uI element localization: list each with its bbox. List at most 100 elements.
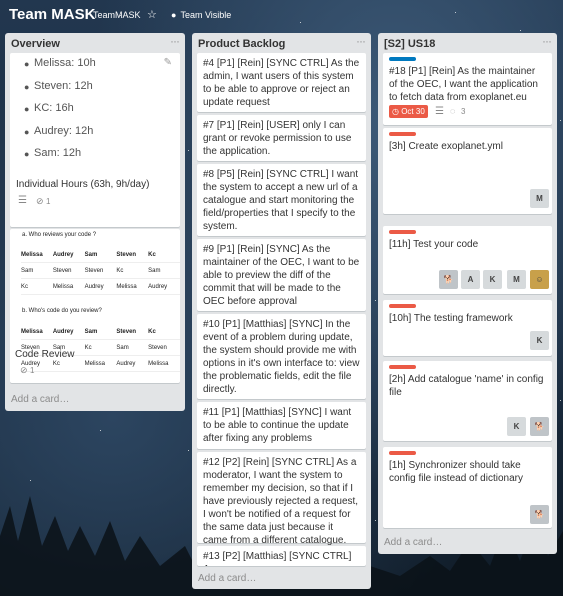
label-red	[389, 451, 416, 455]
list-title[interactable]: Overview	[11, 38, 60, 50]
list-menu-icon[interactable]: ···	[542, 34, 552, 48]
question-text: b. Who's code do you review?	[22, 308, 102, 314]
backlog-card[interactable]: #8 [P5] [Rein] [SYNC CTRL] I want the sy…	[197, 164, 366, 236]
attachment-icon: ⊘	[36, 196, 44, 206]
sprint-card[interactable]: [10h] The testing framework K	[383, 300, 552, 356]
card-text: #10 [P1] [Matthias] [SYNC] In the event …	[203, 319, 360, 395]
table-cell: Kc	[84, 339, 117, 356]
comment-icon: ◌	[450, 106, 456, 116]
table-cell: Steven	[116, 324, 149, 340]
table-cell: Melissa	[21, 324, 53, 340]
label-blue	[389, 57, 416, 61]
table-cell: Audrey	[52, 324, 85, 340]
card-text: #13 [P2] [Matthias] [SYNC CTRL] As	[203, 551, 352, 566]
bullet-icon: ●	[24, 127, 30, 137]
hours-item: Sam: 12h	[34, 147, 82, 159]
member-avatar-dog-icon[interactable]: 🐕	[530, 505, 549, 524]
question-text: a. Who reviews your code ?	[22, 232, 97, 238]
card-individual-hours[interactable]: ● Melissa: 10h ✎ ● Steven: 12h ● KC: 16h…	[10, 53, 180, 227]
board-header: Team MASK TeamMASK ☆ ● Team Visible	[0, 0, 563, 30]
card-title: Individual Hours (63h, 9h/day)	[16, 179, 150, 190]
card-title: Code Review	[15, 349, 75, 360]
sprint-card[interactable]: [3h] Create exoplanet.yml M	[383, 128, 552, 214]
backlog-card[interactable]: #10 [P1] [Matthias] [SYNC] In the event …	[197, 314, 366, 399]
label-red	[389, 132, 416, 136]
list-menu-icon[interactable]: ···	[356, 34, 366, 48]
list-title[interactable]: Product Backlog	[198, 38, 285, 50]
add-card-button[interactable]: Add a card…	[11, 394, 69, 405]
add-card-button[interactable]: Add a card…	[384, 537, 442, 548]
sprint-card[interactable]: [2h] Add catalogue 'name' in config file…	[383, 361, 552, 441]
list-header: Overview ···	[5, 33, 185, 53]
hours-item: Audrey: 12h	[34, 125, 94, 137]
table-cell: Sam	[84, 247, 117, 263]
due-date-badge: ◷ Oct 30	[389, 105, 428, 118]
comment-count: 3	[461, 107, 466, 116]
list-header: [S2] US18 ···	[378, 33, 557, 53]
hours-item: KC: 16h	[34, 102, 74, 114]
backlog-card[interactable]: #4 [P1] [Rein] [SYNC CTRL] As the admin,…	[197, 53, 366, 112]
card-text: #8 [P5] [Rein] [SYNC CTRL] I want the sy…	[203, 169, 359, 232]
backlog-card[interactable]: #11 [P1] [Matthias] [SYNC] I want to be …	[197, 402, 366, 449]
clock-icon: ◷	[392, 107, 402, 116]
table-cell: Steven	[84, 262, 117, 279]
description-icon: ☰	[18, 195, 27, 206]
member-avatar[interactable]: K	[507, 417, 526, 436]
backlog-card[interactable]: #12 [P2] [Rein] [SYNC CTRL] As a moderat…	[197, 452, 366, 546]
table-cell: Audrey	[52, 247, 85, 263]
sprint-card[interactable]: [11h] Test your code 🐕 A K M ☺	[383, 226, 552, 294]
table-cell: Kc	[21, 278, 53, 295]
table-cell: Kc	[116, 262, 149, 279]
team-link[interactable]: TeamMASK	[93, 10, 141, 20]
member-avatar[interactable]: A	[461, 270, 480, 289]
backlog-card[interactable]: #13 [P2] [Matthias] [SYNC CTRL] As	[197, 546, 366, 566]
member-avatar-dog-icon[interactable]: 🐕	[530, 417, 549, 436]
list-product-backlog: Product Backlog ··· #4 [P1] [Rein] [SYNC…	[192, 33, 371, 589]
card-text: #18 [P1] [Rein] As the maintainer of the…	[389, 66, 538, 103]
sprint-card[interactable]: [1h] Synchronizer should take config fil…	[383, 447, 552, 528]
member-avatar[interactable]: M	[507, 270, 526, 289]
table-cell: Audrey	[84, 278, 117, 295]
table-cell: Kc	[148, 247, 180, 263]
reviewees-table: Melissa Audrey Sam Steven Kc Steven Sam …	[21, 324, 180, 372]
visibility-button[interactable]: ● Team Visible	[171, 10, 231, 20]
bullet-icon: ●	[24, 104, 30, 114]
list-header: Product Backlog ···	[192, 33, 371, 53]
table-cell: Steven	[52, 262, 85, 279]
backlog-card[interactable]: #9 [P1] [Rein] [SYNC] As the maintainer …	[197, 239, 366, 311]
card-code-review[interactable]: a. Who reviews your code ? Melissa Audre…	[10, 229, 180, 383]
list-title[interactable]: [S2] US18	[384, 38, 435, 50]
table-cell: Audrey	[148, 278, 180, 295]
bullet-icon: ●	[24, 59, 30, 69]
table-cell: Steven	[148, 339, 180, 356]
member-avatar-photo[interactable]: ☺	[530, 270, 549, 289]
table-cell: Melissa	[52, 278, 85, 295]
table-cell: Melissa	[116, 278, 149, 295]
table-cell: Melissa	[148, 355, 180, 372]
card-text: #12 [P2] [Rein] [SYNC CTRL] As a moderat…	[203, 457, 359, 546]
attachment-icon: ⊘	[20, 365, 28, 375]
member-avatar[interactable]: M	[530, 189, 549, 208]
table-cell: Kc	[148, 324, 180, 340]
hours-item: Steven: 12h	[34, 80, 93, 92]
list-menu-icon[interactable]: ···	[170, 34, 180, 48]
reviewers-table: Melissa Audrey Sam Steven Kc Sam Steven …	[21, 247, 180, 295]
card-text: #9 [P1] [Rein] [SYNC] As the maintainer …	[203, 244, 360, 307]
board-title[interactable]: Team MASK	[9, 6, 95, 23]
label-red	[389, 365, 416, 369]
member-avatar[interactable]: K	[483, 270, 502, 289]
member-avatar-dog-icon[interactable]: 🐕	[439, 270, 458, 289]
member-avatar[interactable]: K	[530, 331, 549, 350]
bullet-icon: ●	[24, 149, 30, 159]
list-sprint-us18: [S2] US18 ··· #18 [P1] [Rein] As the mai…	[378, 33, 557, 554]
table-cell: Melissa	[84, 355, 117, 372]
edit-pencil-icon[interactable]: ✎	[164, 57, 172, 68]
sprint-card[interactable]: #18 [P1] [Rein] As the maintainer of the…	[383, 53, 552, 125]
star-icon[interactable]: ☆	[147, 8, 157, 21]
add-card-button[interactable]: Add a card…	[198, 573, 257, 584]
backlog-card[interactable]: #7 [P1] [Rein] [USER] only I can grant o…	[197, 115, 366, 161]
table-cell: Sam	[21, 262, 53, 279]
bullet-icon: ●	[24, 82, 30, 92]
due-date: Oct 30	[401, 107, 425, 116]
description-icon: ☰	[435, 106, 444, 117]
